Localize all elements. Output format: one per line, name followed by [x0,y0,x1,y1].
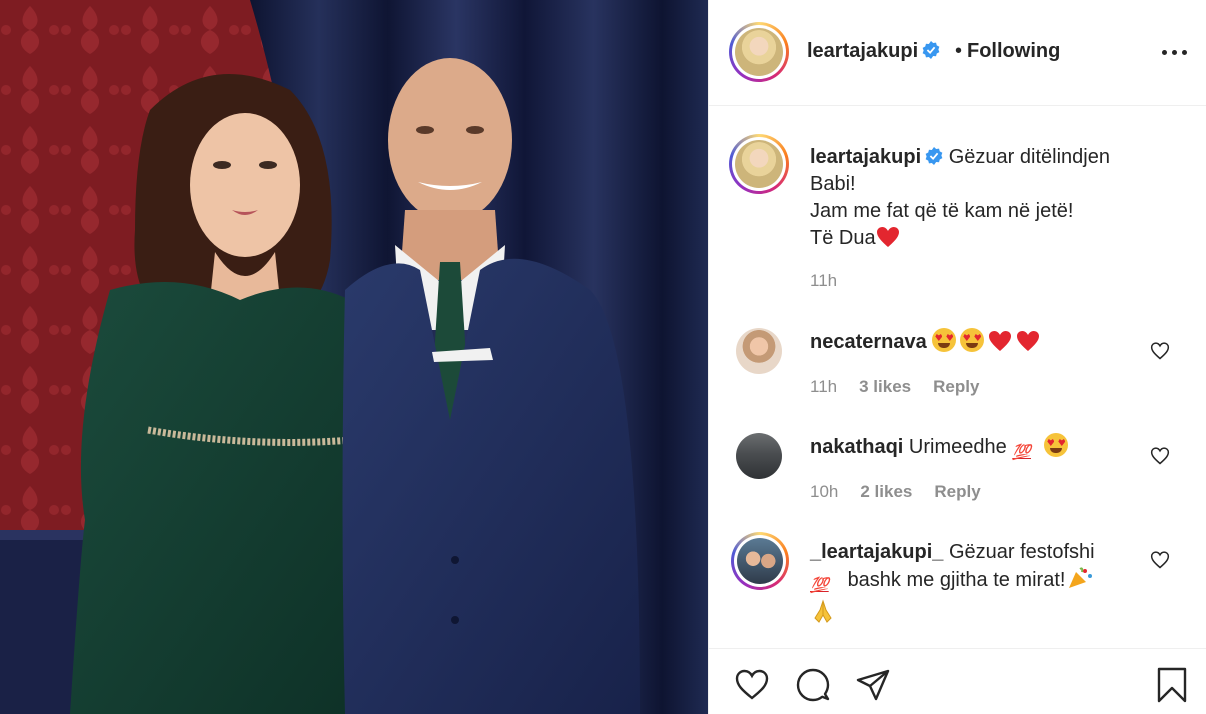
comment-text: nakathaqi Urimeedhe 💯 [810,433,1140,465]
red-heart-emoji [989,331,1012,351]
post-detail-panel: leartajakupi • Following leartajakupi Gë… [708,0,1206,714]
red-heart-emoji [1017,331,1040,351]
comment-like-heart-icon[interactable] [1150,446,1170,466]
comment-bubble-icon[interactable] [795,667,831,703]
heart-eyes-emoji [932,328,957,352]
comment-time[interactable]: 10h [810,482,838,501]
commenter-avatar[interactable] [731,532,789,590]
reply-button[interactable]: Reply [934,482,980,501]
comment-username[interactable]: necaternava [810,331,927,353]
comment-like-heart-icon[interactable] [1150,341,1170,361]
post-actions-bar [709,648,1206,714]
comment-text: _leartajakupi_ Gëzuar festofshi 💯 bashk … [810,538,1140,628]
comment-likes[interactable]: 2 likes [860,482,912,501]
caption-text: leartajakupi Gëzuar ditëlindjen Babi! Ja… [810,144,1160,252]
folded-hands-emoji [814,599,832,623]
red-heart-emoji [876,227,899,247]
comment-body-2: bashk me gjitha te mirat! [847,569,1066,591]
comment-body: Urimeedhe [908,436,1007,458]
comment-username[interactable]: _leartajakupi_ [810,541,943,563]
author-avatar[interactable] [729,22,789,82]
post-photo [0,0,708,714]
caption-line-4: Të Dua [810,227,876,249]
caption-line-3: Jam me fat që të kam në jetë! [810,200,1074,222]
reply-button[interactable]: Reply [933,377,979,396]
header-separator: • [955,40,963,62]
caption-username[interactable]: leartajakupi [810,146,921,168]
post-header: leartajakupi • Following [709,0,1206,106]
heart-eyes-emoji [1044,433,1069,457]
author-username-text[interactable]: leartajakupi [807,40,918,62]
verified-badge-icon [922,41,940,59]
author-username[interactable]: leartajakupi [807,40,940,63]
hundred-points-emoji: 💯 [1012,444,1031,461]
more-options-icon[interactable] [1162,50,1190,56]
comment-likes[interactable]: 3 likes [859,377,911,396]
caption-line-2: Babi! [810,173,856,195]
verified-badge-icon [925,147,943,165]
caption-line-1: Gëzuar ditëlindjen [948,146,1110,168]
comment-username[interactable]: nakathaqi [810,436,903,458]
comment-meta: 10h 2 likes Reply [810,482,1003,502]
commenter-avatar[interactable] [736,433,782,479]
comment-body: Gëzuar festofshi [948,541,1095,563]
heart-icon[interactable] [734,667,770,703]
heart-eyes-emoji [960,328,985,352]
comment-like-heart-icon[interactable] [1150,550,1170,570]
party-popper-emoji [1069,567,1093,588]
caption-timestamp[interactable]: 11h [810,271,837,291]
comment-time[interactable]: 11h [810,377,837,396]
following-button[interactable]: Following [967,40,1060,63]
caption-avatar[interactable] [729,134,789,194]
hundred-points-emoji: 💯 [810,577,829,594]
comment-meta: 11h 3 likes Reply [810,377,1001,397]
comment-text: necaternava [810,328,1140,356]
paper-plane-icon[interactable] [855,667,891,703]
bookmark-icon[interactable] [1154,667,1190,703]
commenter-avatar[interactable] [736,328,782,374]
